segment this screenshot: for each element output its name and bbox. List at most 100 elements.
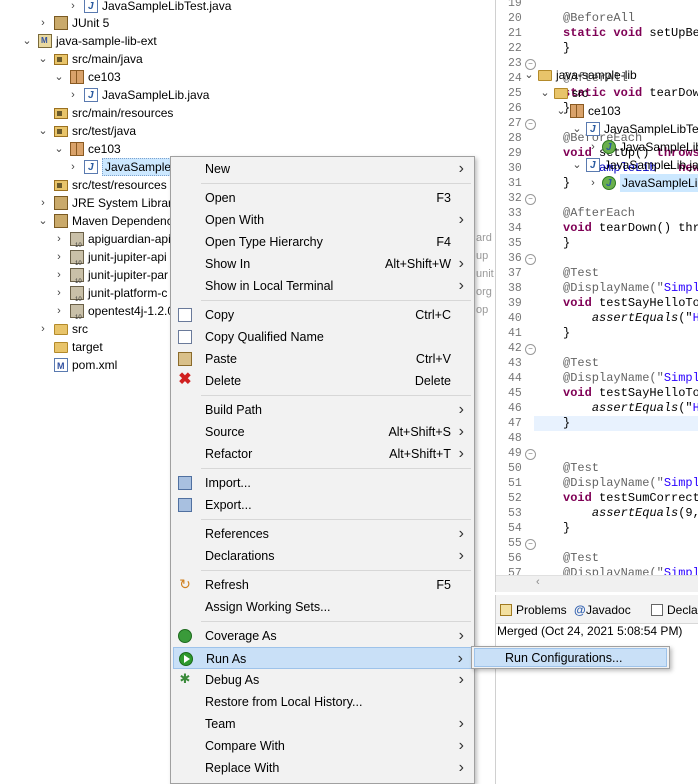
menu-item-show-in[interactable]: Show In Alt+Shift+W ›	[173, 253, 473, 275]
code-line[interactable]: static void setUpBef	[563, 26, 698, 41]
menu-item-open[interactable]: Open F3	[173, 187, 473, 209]
expand-chevron-icon[interactable]: ›	[36, 194, 50, 212]
collapse-chevron-icon[interactable]: ⌄	[36, 212, 50, 230]
menu-item-references[interactable]: References ›	[173, 523, 473, 545]
tree-item-javasamplelib-java[interactable]: › JavaSampleLib.java	[0, 86, 495, 105]
collapse-chevron-icon[interactable]: ⌄	[36, 50, 50, 68]
scroll-left-icon[interactable]: ‹	[536, 576, 540, 588]
code-line[interactable]: }	[563, 41, 570, 56]
code-line[interactable]: @BeforeAll	[563, 11, 635, 26]
coverage-tree-item-java-sample-lib[interactable]: ⌄ java-sample-lib	[496, 66, 698, 84]
menu-item-shortcut: F5	[436, 578, 451, 592]
code-line[interactable]: void testSayHelloTo	[563, 296, 698, 311]
menu-item-build-path[interactable]: Build Path ›	[173, 399, 473, 421]
code-line[interactable]: @AfterEach	[563, 206, 635, 221]
tree-item-src-main-java[interactable]: ⌄ src/main/java	[0, 50, 495, 68]
menu-item-refresh[interactable]: ↻ Refresh F5	[173, 574, 473, 596]
expand-chevron-icon[interactable]: ›	[52, 266, 66, 284]
collapse-chevron-icon[interactable]: ⌄	[522, 66, 536, 84]
collapse-chevron-icon[interactable]: ⌄	[570, 120, 584, 138]
menu-item-new[interactable]: New ›	[173, 158, 473, 180]
menu-item-paste[interactable]: Paste Ctrl+V	[173, 348, 473, 370]
menu-item-show-in-local-terminal[interactable]: Show in Local Terminal ›	[173, 275, 473, 297]
expand-chevron-icon[interactable]: ›	[52, 230, 66, 248]
code-line[interactable]: void tearDown() thro	[563, 221, 698, 236]
code-line[interactable]: }	[563, 521, 570, 536]
tree-item-javasamplelibtest-java[interactable]: › JavaSampleLibTest.java	[0, 0, 495, 16]
coverage-tree-item-src[interactable]: ⌄ src	[496, 84, 698, 102]
menu-item-source[interactable]: Source Alt+Shift+S ›	[173, 421, 473, 443]
menu-item-open-with[interactable]: Open With ›	[173, 209, 473, 231]
coverage-tree-item-javasamplelib[interactable]: › JavaSampleLib	[496, 174, 698, 193]
tree-item-ce103[interactable]: ⌄ ce103	[0, 68, 495, 86]
coverage-tree-item-javasamplelibtest-jav[interactable]: ⌄ JavaSampleLibTest.jav	[496, 120, 698, 139]
collapse-chevron-icon[interactable]: ⌄	[52, 68, 66, 86]
tree-item-src-test-java[interactable]: ⌄ src/test/java	[0, 122, 495, 140]
menu-item-delete[interactable]: ✖ Delete Delete	[173, 370, 473, 392]
code-line[interactable]: @Test	[563, 356, 599, 371]
menu-item-run-as[interactable]: Run As ›	[173, 647, 473, 669]
expand-chevron-icon[interactable]: ›	[52, 302, 66, 320]
collapse-chevron-icon[interactable]: ⌄	[570, 156, 584, 174]
expand-chevron-icon[interactable]: ›	[586, 138, 600, 156]
code-line[interactable]: }	[563, 416, 570, 431]
menu-item-replace-with[interactable]: Replace With ›	[173, 757, 473, 779]
fold-toggle-icon[interactable]: −	[525, 254, 536, 265]
collapse-chevron-icon[interactable]: ⌄	[538, 84, 552, 102]
expand-chevron-icon[interactable]: ›	[36, 14, 50, 32]
menu-item-declarations[interactable]: Declarations ›	[173, 545, 473, 567]
menu-item-copy-qualified-name[interactable]: Copy Qualified Name	[173, 326, 473, 348]
expand-chevron-icon[interactable]: ›	[36, 320, 50, 338]
coverage-tree-item-ce103[interactable]: ⌄ ce103	[496, 102, 698, 120]
menu-item-team[interactable]: Team ›	[173, 713, 473, 735]
menu-item-compare-with[interactable]: Compare With ›	[173, 735, 473, 757]
horizontal-scrollbar[interactable]: ‹	[496, 575, 698, 592]
coverage-tree-item-javasamplelibtest[interactable]: › JavaSampleLibTest	[496, 138, 698, 157]
menu-item-shortcut: Alt+Shift+W	[385, 257, 451, 271]
code-line[interactable]: @DisplayName("Simple	[563, 371, 698, 386]
code-line[interactable]: void testSayHelloTo	[563, 386, 698, 401]
expand-chevron-icon[interactable]: ›	[66, 86, 80, 104]
code-line[interactable]: @Test	[563, 266, 599, 281]
tree-item-junit-5[interactable]: › JUnit 5	[0, 14, 495, 32]
menu-item-debug-as[interactable]: ✱ Debug As ›	[173, 669, 473, 691]
expand-chevron-icon[interactable]: ›	[586, 174, 600, 192]
collapse-chevron-icon[interactable]: ⌄	[554, 102, 568, 120]
expand-chevron-icon[interactable]: ›	[52, 284, 66, 302]
menu-item-refactor[interactable]: Refactor Alt+Shift+T ›	[173, 443, 473, 465]
code-line[interactable]: void testSumCorrect(	[563, 491, 698, 506]
fold-toggle-icon[interactable]: −	[525, 449, 536, 460]
code-line[interactable]: assertEquals("He	[563, 401, 698, 416]
menu-item-open-type-hierarchy[interactable]: Open Type Hierarchy F4	[173, 231, 473, 253]
menu-item-copy[interactable]: Copy Ctrl+C	[173, 304, 473, 326]
code-line[interactable]: assertEquals(9,	[563, 506, 698, 521]
menu-item-export[interactable]: Export...	[173, 494, 473, 516]
code-line[interactable]: @Test	[563, 551, 599, 566]
fold-toggle-icon[interactable]: −	[525, 344, 536, 355]
expand-chevron-icon[interactable]: ›	[66, 0, 80, 15]
fold-toggle-icon[interactable]: −	[525, 194, 536, 205]
code-line[interactable]: @DisplayName("Simple	[563, 476, 698, 491]
code-line[interactable]: @DisplayName("Simple	[563, 281, 698, 296]
code-line[interactable]: @Test	[563, 461, 599, 476]
tree-item-src-main-resources[interactable]: src/main/resources	[0, 104, 495, 122]
collapse-chevron-icon[interactable]: ⌄	[20, 32, 34, 50]
code-line[interactable]: assertEquals("He	[563, 311, 698, 326]
tree-item-java-sample-lib-ext[interactable]: ⌄ java-sample-lib-ext	[0, 32, 495, 50]
expand-chevron-icon[interactable]: ›	[52, 248, 66, 266]
code-line[interactable]: }	[563, 236, 570, 251]
menu-item-run-configurations[interactable]: Run Configurations...	[474, 648, 667, 667]
tab-declaration[interactable]: Decla	[651, 601, 698, 619]
menu-item-restore-from-local-history[interactable]: Restore from Local History...	[173, 691, 473, 713]
tab-javadoc[interactable]: @Javadoc	[574, 601, 631, 619]
collapse-chevron-icon[interactable]: ⌄	[36, 122, 50, 140]
expand-chevron-icon[interactable]: ›	[66, 158, 80, 176]
code-line[interactable]: }	[563, 326, 570, 341]
menu-item-import[interactable]: Import...	[173, 472, 473, 494]
menu-item-coverage-as[interactable]: Coverage As ›	[173, 625, 473, 647]
tab-problems[interactable]: Problems	[500, 601, 567, 619]
menu-item-assign-working-sets[interactable]: Assign Working Sets...	[173, 596, 473, 618]
collapse-chevron-icon[interactable]: ⌄	[52, 140, 66, 158]
fold-toggle-icon[interactable]: −	[525, 539, 536, 550]
coverage-tree-item-javasamplelib-java[interactable]: ⌄ JavaSampleLib.java	[496, 156, 698, 175]
